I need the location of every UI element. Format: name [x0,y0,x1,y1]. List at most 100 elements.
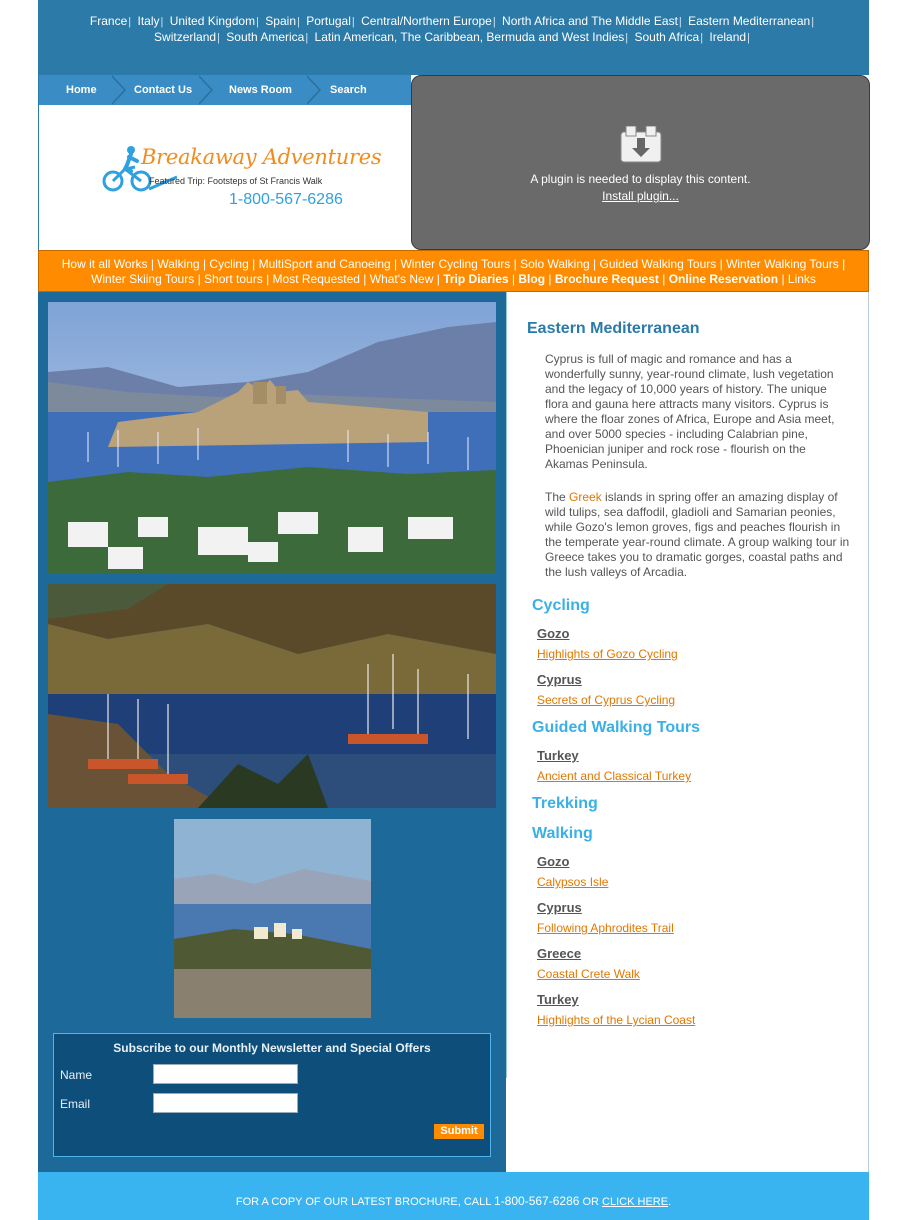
nav-search[interactable]: Search [330,75,367,105]
country-link[interactable]: United Kingdom [170,14,255,28]
walking-turkey-trip-link[interactable]: Highlights of the Lycian Coast [537,1013,695,1027]
separator: | [511,272,516,286]
menu-item: Winter Walking Tours | [726,257,845,271]
section-trekking: Trekking [532,795,598,812]
country-item: Portugal| [306,14,358,28]
menu-link[interactable]: Cycling [209,257,248,271]
menu-link[interactable]: Winter Cycling Tours [400,257,510,271]
menu-link[interactable]: MultiSport and Canoeing [259,257,391,271]
menu-link[interactable]: Guided Walking Tours [600,257,717,271]
country-link[interactable]: Portugal [306,14,351,28]
photo-column: Subscribe to our Monthly Newsletter and … [38,292,506,1172]
country-link[interactable]: Ireland [709,30,746,44]
cycling-gozo-link[interactable]: Gozo [537,626,570,641]
guided-turkey-link[interactable]: Turkey [537,748,579,763]
name-field[interactable] [153,1064,298,1084]
menu-item: Online Reservation | [669,272,788,286]
nav-arrow-icon [110,75,126,105]
footer-text: FOR A COPY OF OUR LATEST BROCHURE, CALL [235,1196,495,1208]
nav-news-room[interactable]: News Room [229,75,292,105]
plugin-placeholder[interactable]: A plugin is needed to display this conte… [411,75,870,250]
menu-link[interactable]: Winter Walking Tours [726,257,839,271]
guided-turkey-trip-link[interactable]: Ancient and Classical Turkey [537,769,691,783]
top-nav: Home Contact Us News Room Search [39,75,411,105]
menu-link[interactable]: Solo Walking [520,257,590,271]
section-cycling: Cycling [532,597,590,614]
menu-link[interactable]: Online Reservation [669,272,778,286]
greek-link[interactable]: Greek [569,490,602,504]
separator: | [217,32,220,44]
intro-paragraph: Cyprus is full of magic and romance and … [545,352,835,471]
country-link[interactable]: North Africa and The Middle East [502,14,678,28]
section-walking: Walking [532,825,593,842]
logo[interactable]: Breakaway Adventures Featured Trip: Foot… [39,105,411,250]
country-link[interactable]: Latin American, The Caribbean, Bermuda a… [315,30,625,44]
menu-link[interactable]: Most Requested [273,272,360,286]
country-link[interactable]: South Africa [634,30,699,44]
country-link[interactable]: Switzerland [154,30,216,44]
menu-link[interactable]: Winter Skiing Tours [91,272,194,286]
menu-item: Blog | [518,272,554,286]
country-item: Ireland| [709,30,753,44]
menu-link[interactable]: Trip Diaries [443,272,508,286]
country-item: North Africa and The Middle East| [502,14,685,28]
menu-link[interactable]: Walking [157,257,199,271]
menu-item: MultiSport and Canoeing | [259,257,401,271]
walking-cyprus-link[interactable]: Cyprus [537,900,582,915]
featured-trip: Featured Trip: Footsteps of St Francis W… [149,176,323,186]
country-link[interactable]: South America [226,30,304,44]
menu-item: Brochure Request | [555,272,669,286]
greece-paragraph: The Greek islands in spring offer an ama… [545,490,850,580]
separator: | [150,257,155,271]
footer-click-here-link[interactable]: CLICK HERE [602,1196,668,1208]
walking-greece-trip-link[interactable]: Coastal Crete Walk [537,967,640,981]
country-link[interactable]: Eastern Mediterranean [688,14,810,28]
country-item: South America| [226,30,311,44]
walking-gozo-link[interactable]: Gozo [537,854,570,869]
install-plugin-link[interactable]: Install plugin... [412,189,869,203]
country-link[interactable]: Italy [137,14,159,28]
menu-link[interactable]: Short tours [204,272,263,286]
footer: FOR A COPY OF OUR LATEST BROCHURE, CALL … [38,1172,869,1220]
country-item: Central/Northern Europe| [361,14,499,28]
separator: | [747,32,750,44]
footer-or: OR [579,1196,603,1208]
menu-link[interactable]: What's New [370,272,434,286]
content-column: Eastern Mediterranean Cyprus is full of … [506,292,869,1172]
country-item: France| [90,14,134,28]
separator: | [548,272,552,286]
cycling-cyprus-link[interactable]: Cyprus [537,672,582,687]
country-link[interactable]: Spain [265,14,296,28]
harbor-castle-photo [48,302,496,573]
cycling-cyprus-trip-link[interactable]: Secrets of Cyprus Cycling [537,693,675,707]
walking-cyprus-trip-link[interactable]: Following Aphrodites Trail [537,921,674,935]
walking-gozo-trip-link[interactable]: Calypsos Isle [537,875,608,889]
menu-link[interactable]: Brochure Request [555,272,659,286]
email-label: Email [60,1097,91,1111]
country-link[interactable]: France [90,14,127,28]
separator: | [297,16,300,28]
country-link[interactable]: Central/Northern Europe [361,14,492,28]
separator: | [513,257,517,271]
separator: | [811,16,815,28]
submit-button[interactable]: Submit [434,1124,484,1139]
nav-contact-us[interactable]: Contact Us [134,75,192,105]
footer-end: . [668,1196,672,1208]
nav-home[interactable]: Home [66,75,97,105]
cycling-gozo-trip-link[interactable]: Highlights of Gozo Cycling [537,647,678,661]
walking-turkey-link[interactable]: Turkey [537,992,579,1007]
separator: | [678,16,682,28]
country-item: Switzerland| [154,30,223,44]
country-item: Eastern Mediterranean| [688,14,817,28]
menu-item: Winter Cycling Tours | [400,257,520,271]
menu-link[interactable]: How it all Works [62,257,148,271]
plugin-message: A plugin is needed to display this conte… [530,172,751,186]
separator: | [363,272,367,286]
walking-greece-link[interactable]: Greece [537,946,581,961]
marina-photo [48,584,496,808]
country-item: South Africa| [634,30,706,44]
email-field[interactable] [153,1093,298,1113]
menu-link[interactable]: Blog [518,272,545,286]
menu-item: What's New | [370,272,443,286]
menu-link[interactable]: Links [788,272,816,286]
